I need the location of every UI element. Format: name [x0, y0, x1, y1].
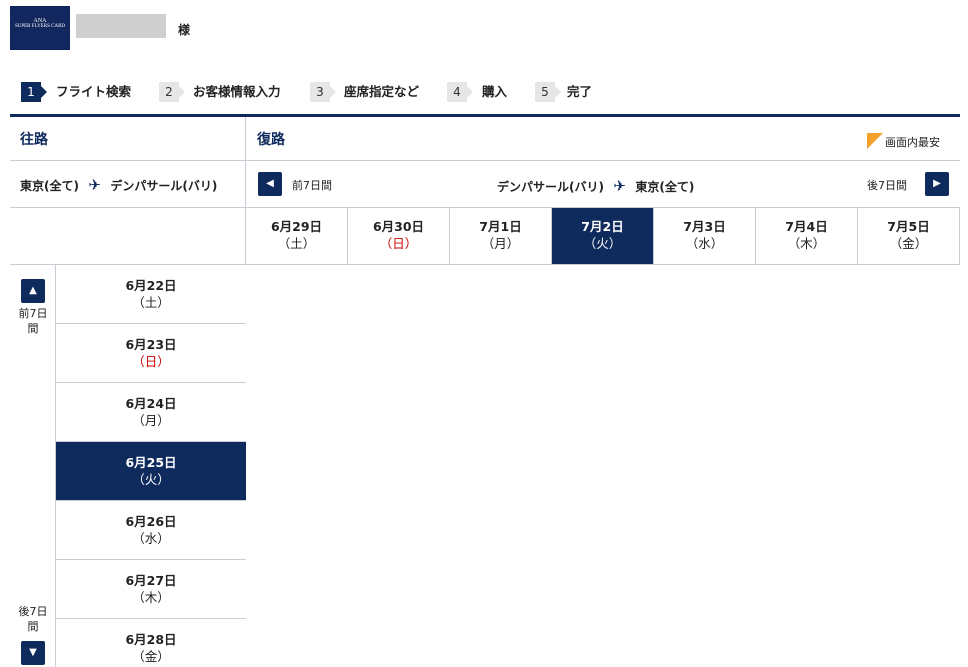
outbound-date: 6月24日: [125, 396, 177, 411]
return-origin: デンパサール(バリ): [497, 180, 604, 194]
return-date: 7月1日: [479, 219, 522, 234]
airplane-icon: ✈: [608, 177, 632, 195]
return-day-of-week: （金）: [889, 236, 928, 251]
outbound-prev-week-label[interactable]: 前7日間: [14, 306, 52, 336]
outbound-day-of-week: （水）: [132, 531, 170, 546]
airplane-icon: ✈: [83, 176, 107, 194]
header-divider: [10, 114, 960, 117]
outbound-date: 6月23日: [125, 337, 177, 352]
outbound-date-header[interactable]: 6月22日 （土）: [56, 265, 246, 324]
return-next-week-button[interactable]: ▶: [925, 172, 949, 196]
return-prev-week-button[interactable]: ◀: [258, 172, 282, 196]
outbound-date-header[interactable]: 6月27日 （木）: [56, 560, 246, 619]
ana-card-logo: ANA SUPER FLYERS CARD: [10, 6, 70, 50]
step-number: 2: [159, 82, 185, 102]
outbound-route: 東京(全て) ✈ デンパサール(バリ): [20, 176, 217, 194]
outbound-prev-week-button[interactable]: ▲: [21, 279, 45, 303]
return-date: 6月29日: [270, 219, 323, 234]
step-label: お客様情報入力: [193, 84, 281, 99]
return-next-week-label[interactable]: 後7日間: [867, 177, 907, 193]
outbound-day-of-week: （土）: [132, 295, 170, 310]
return-date: 7月2日: [581, 219, 624, 234]
step-number: 4: [447, 82, 473, 102]
cheapest-legend-marker: [867, 133, 883, 149]
return-day-of-week: （月）: [481, 236, 520, 251]
cheapest-legend-label: 画面内最安: [885, 136, 940, 149]
outbound-title: 往路: [20, 132, 48, 148]
return-destination: 東京(全て): [635, 180, 695, 194]
outbound-date: 6月22日: [125, 278, 177, 293]
return-day-of-week: （木）: [787, 236, 826, 251]
return-date: 6月30日: [372, 219, 425, 234]
outbound-origin: 東京(全て): [20, 179, 79, 193]
step-label: 座席指定など: [344, 84, 420, 99]
outbound-day-of-week: （木）: [132, 590, 170, 605]
outbound-date-header[interactable]: 6月25日 （火）: [56, 442, 246, 501]
outbound-day-of-week: （月）: [132, 413, 170, 428]
return-date: 7月4日: [785, 219, 828, 234]
return-date-header[interactable]: 7月2日 （火）: [552, 208, 654, 264]
return-date: 7月5日: [887, 219, 930, 234]
return-day-of-week: （水）: [685, 236, 724, 251]
outbound-date: 6月25日: [125, 455, 177, 470]
return-date-header[interactable]: 6月30日 （日）: [348, 208, 450, 264]
outbound-day-of-week: （金）: [132, 649, 170, 664]
logo-text-card: SUPER FLYERS CARD: [14, 24, 66, 29]
return-title: 復路: [257, 132, 285, 148]
return-day-of-week: （土）: [277, 236, 316, 251]
outbound-next-week-button[interactable]: ▼: [21, 641, 45, 665]
outbound-date: 6月27日: [125, 573, 177, 588]
step-number: 3: [310, 82, 336, 102]
return-date-header[interactable]: 7月3日 （水）: [654, 208, 756, 264]
divider: [10, 160, 960, 161]
return-date-header[interactable]: 6月29日 （土）: [246, 208, 348, 264]
return-date-header[interactable]: 7月4日 （木）: [756, 208, 858, 264]
step-number: 1: [21, 82, 47, 102]
outbound-day-of-week: （火）: [132, 472, 170, 487]
outbound-destination: デンパサール(バリ): [110, 179, 218, 193]
step-label: 購入: [482, 84, 508, 99]
honorific: 様: [178, 23, 191, 37]
return-day-of-week: （火）: [583, 236, 622, 251]
return-day-of-week: （日）: [379, 236, 418, 251]
return-prev-week-label[interactable]: 前7日間: [292, 177, 332, 193]
return-date-header[interactable]: 7月5日 （金）: [858, 208, 960, 264]
step-label: フライト検索: [56, 84, 132, 99]
outbound-date: 6月26日: [125, 514, 177, 529]
outbound-day-of-week: （日）: [132, 354, 170, 369]
outbound-next-week-label[interactable]: 後7日間: [14, 604, 52, 634]
step-number: 5: [535, 82, 561, 102]
outbound-date-header[interactable]: 6月23日 （日）: [56, 324, 246, 383]
outbound-date-header[interactable]: 6月24日 （月）: [56, 383, 246, 442]
return-date-header[interactable]: 7月1日 （月）: [450, 208, 552, 264]
step-label: 完了: [567, 84, 593, 99]
customer-name-redacted: [76, 14, 166, 38]
outbound-date-header[interactable]: 6月26日 （水）: [56, 501, 246, 560]
return-route: デンパサール(バリ) ✈ 東京(全て): [497, 177, 694, 195]
outbound-date: 6月28日: [125, 632, 177, 647]
outbound-date-header[interactable]: 6月28日 （金）: [56, 619, 246, 667]
return-date: 7月3日: [683, 219, 726, 234]
